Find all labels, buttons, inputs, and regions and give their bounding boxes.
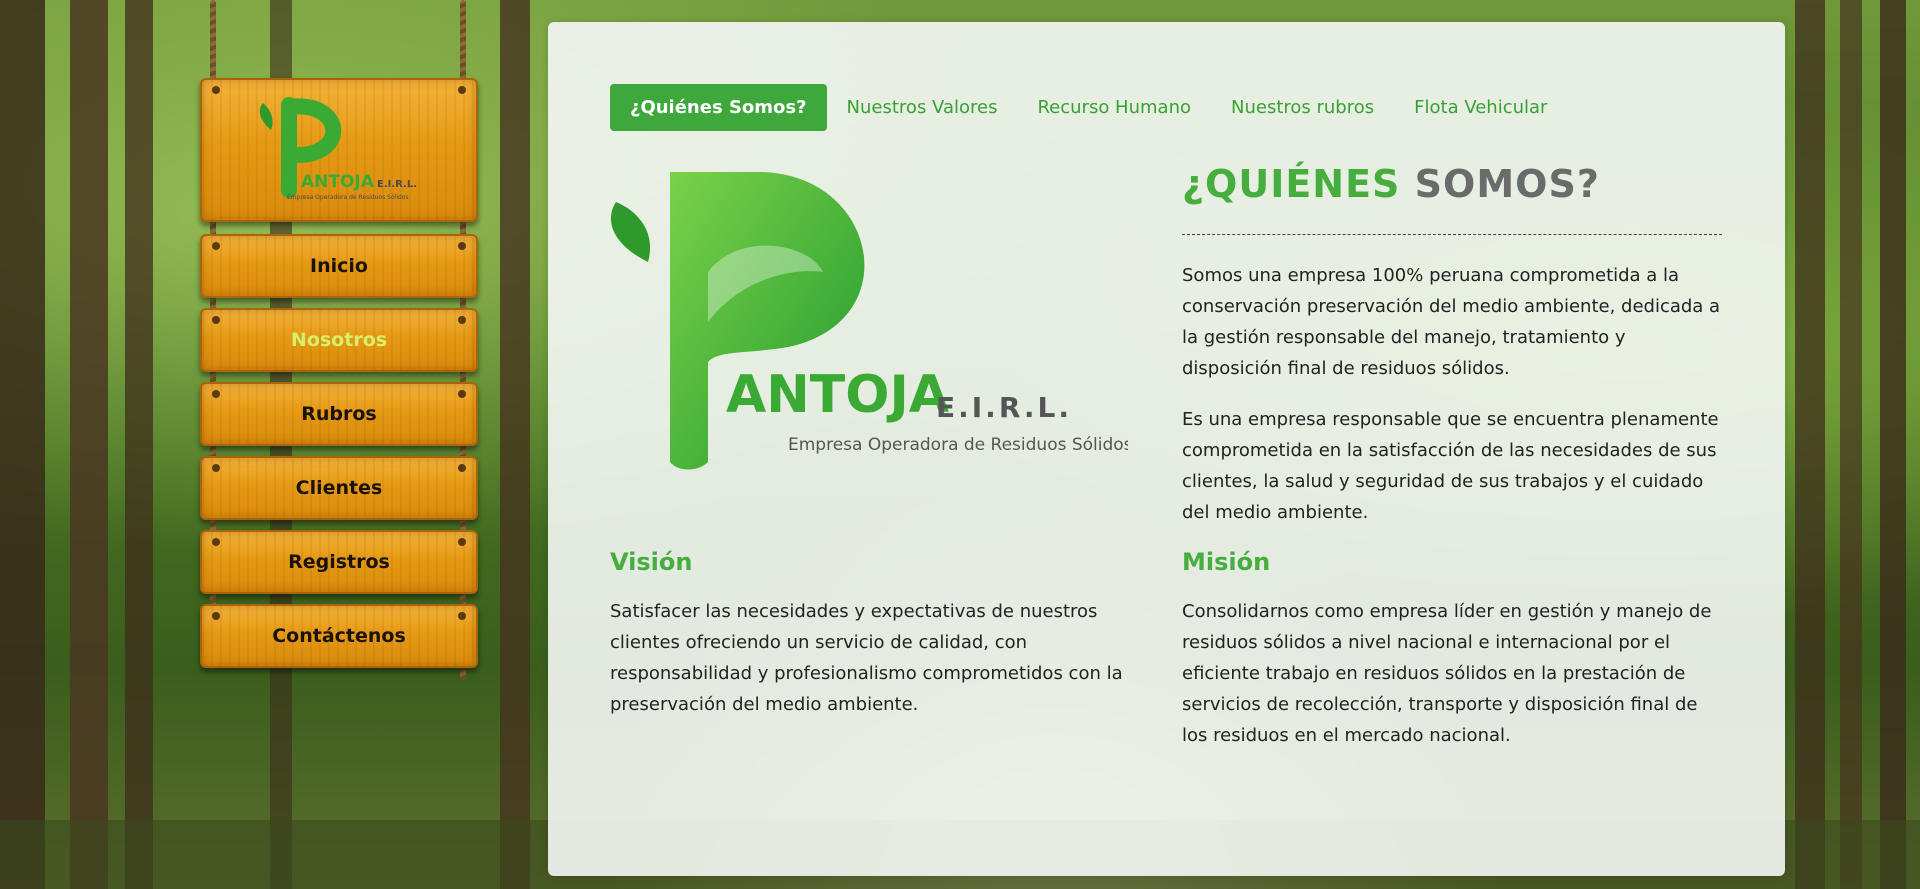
pantoja-logo-large: ANTOJA E.I.R.L. Empresa Operadora de Res… [610, 172, 1128, 470]
page-title: ¿QUIÉNES SOMOS? [1182, 162, 1600, 206]
content-panel: ¿Quiénes Somos? Nuestros Valores Recurso… [548, 22, 1785, 876]
sidebar-item-rubros[interactable]: Rubros [200, 382, 478, 446]
about-paragraph-2: Es una empresa responsable que se encuen… [1182, 409, 1719, 523]
svg-text:E.I.R.L.: E.I.R.L. [936, 391, 1072, 424]
tab-quienes-somos[interactable]: ¿Quiénes Somos? [610, 84, 827, 131]
nav-link-nosotros[interactable]: Nosotros [291, 329, 387, 351]
sidebar-item-nosotros[interactable]: Nosotros [200, 308, 478, 372]
sidebar-item-inicio[interactable]: Inicio [200, 234, 478, 298]
mission-text: Consolidarnos como empresa líder en gest… [1182, 601, 1712, 746]
title-divider [1182, 234, 1722, 235]
tab-nuestros-rubros[interactable]: Nuestros rubros [1211, 84, 1394, 131]
vision-text: Satisfacer las necesidades y expectativa… [610, 601, 1123, 715]
nav-link-rubros[interactable]: Rubros [301, 403, 377, 425]
tab-recurso-humano[interactable]: Recurso Humano [1017, 84, 1211, 131]
wooden-sign-nav: ANTOJA E.I.R.L. Empresa Operadora de Res… [200, 0, 478, 700]
about-paragraph-1: Somos una empresa 100% peruana compromet… [1182, 265, 1721, 379]
svg-text:ANTOJA: ANTOJA [301, 172, 375, 192]
svg-text:Empresa Operadora de Residuos: Empresa Operadora de Residuos Sólidos [788, 435, 1128, 455]
title-part-2: SOMOS? [1414, 162, 1600, 206]
nav-link-registros[interactable]: Registros [288, 551, 390, 573]
sidebar-item-clientes[interactable]: Clientes [200, 456, 478, 520]
vision-heading: Visión [610, 548, 693, 576]
logo-board[interactable]: ANTOJA E.I.R.L. Empresa Operadora de Res… [200, 78, 478, 222]
pantoja-logo-small: ANTOJA E.I.R.L. Empresa Operadora de Res… [259, 97, 417, 201]
tab-flota-vehicular[interactable]: Flota Vehicular [1394, 84, 1567, 131]
sidebar-item-registros[interactable]: Registros [200, 530, 478, 594]
tab-bar: ¿Quiénes Somos? Nuestros Valores Recurso… [610, 84, 1567, 131]
tab-nuestros-valores[interactable]: Nuestros Valores [827, 84, 1018, 131]
sidebar-item-contactenos[interactable]: Contáctenos [200, 604, 478, 668]
nav-link-inicio[interactable]: Inicio [310, 255, 368, 277]
nav-link-clientes[interactable]: Clientes [296, 477, 383, 499]
svg-text:Empresa Operadora de Residuos: Empresa Operadora de Residuos Sólidos [287, 194, 409, 201]
title-part-1: ¿QUIÉNES [1182, 162, 1401, 206]
svg-text:ANTOJA: ANTOJA [726, 365, 949, 425]
nav-link-contactenos[interactable]: Contáctenos [272, 625, 406, 647]
svg-text:E.I.R.L.: E.I.R.L. [377, 179, 417, 190]
mission-heading: Misión [1182, 548, 1271, 576]
